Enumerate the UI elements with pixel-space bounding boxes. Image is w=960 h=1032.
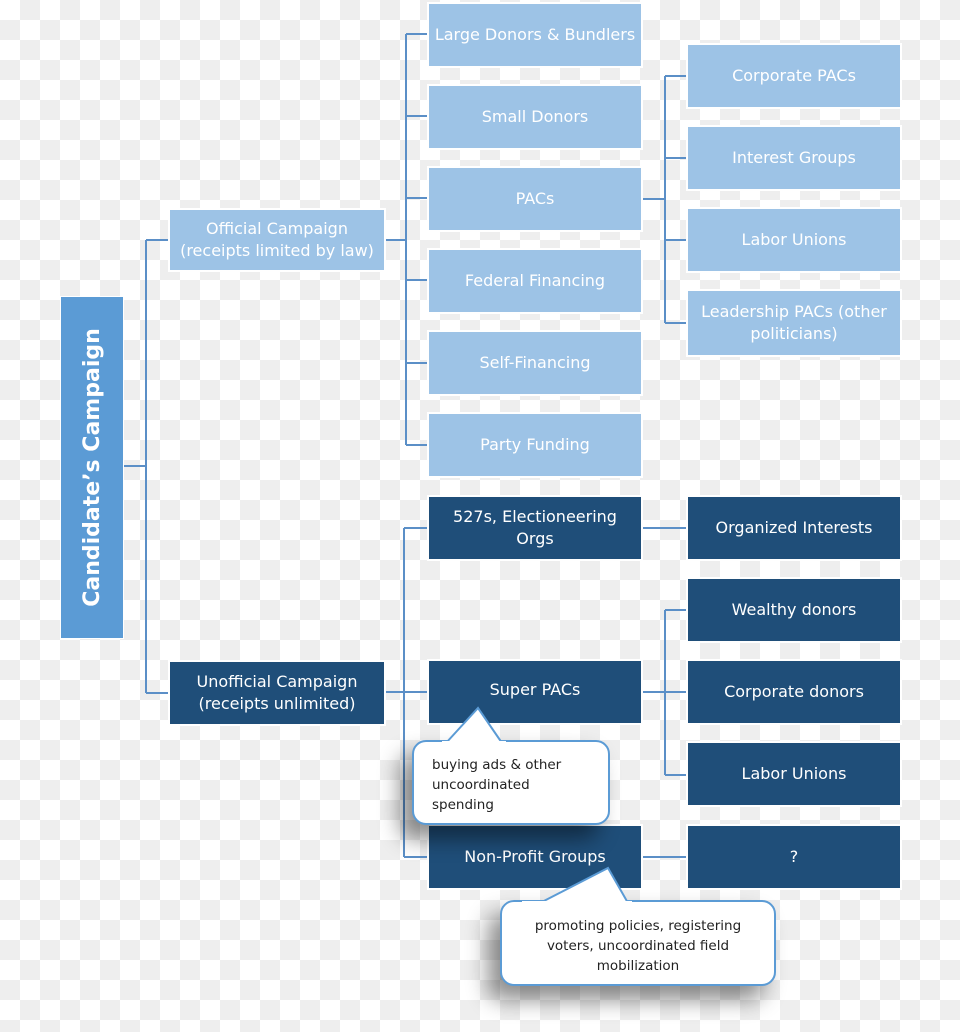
official-label-line1: Official Campaign <box>206 219 348 238</box>
nonprofit-callout: promoting policies, registering voters, … <box>500 866 776 986</box>
nonprofit-source-unknown: ? <box>686 824 902 890</box>
source-party-funding: Party Funding <box>427 412 643 478</box>
root-label: Candidate’s Campaign <box>79 328 105 607</box>
pac-source-labor-unions: Labor Unions <box>686 207 902 273</box>
callout-pointer <box>522 866 632 904</box>
campaign-finance-diagram: Candidate’s Campaign Official Campaign (… <box>0 0 960 1032</box>
unofficial-label-line2: (receipts unlimited) <box>198 694 356 713</box>
superpac-source-wealthy-donors: Wealthy donors <box>686 577 902 643</box>
org527-source-organized-interests: Organized Interests <box>686 495 902 561</box>
source-small-donors: Small Donors <box>427 84 643 150</box>
connector-root <box>124 239 170 694</box>
pac-source-interest-groups: Interest Groups <box>686 125 902 191</box>
pac-source-corporate-pacs: Corporate PACs <box>686 43 902 109</box>
superpac-callout-text: buying ads & other uncoordinated spendin… <box>432 757 562 813</box>
superpac-callout: buying ads & other uncoordinated spendin… <box>412 706 610 825</box>
callout-pointer <box>442 706 506 744</box>
candidates-campaign-node: Candidate’s Campaign <box>60 296 124 639</box>
official-label-line2: (receipts limited by law) <box>180 241 374 260</box>
source-527s: 527s, Electioneering Orgs <box>427 495 643 561</box>
connector-official <box>384 33 428 446</box>
pac-source-leadership-pacs: Leadership PACs (other politicians) <box>686 289 902 357</box>
source-large-donors: Large Donors & Bundlers <box>427 2 643 68</box>
official-campaign-node: Official Campaign (receipts limited by l… <box>168 208 386 272</box>
unofficial-campaign-node: Unofficial Campaign (receipts unlimited) <box>168 660 386 726</box>
source-self-financing: Self-Financing <box>427 330 643 396</box>
superpac-source-corporate-donors: Corporate donors <box>686 659 902 725</box>
superpac-source-labor-unions: Labor Unions <box>686 741 902 807</box>
nonprofit-callout-text: promoting policies, registering voters, … <box>534 918 742 974</box>
source-federal-financing: Federal Financing <box>427 248 643 314</box>
connector-pacs <box>642 75 688 324</box>
connector-superpacs <box>642 609 688 776</box>
unofficial-label-line1: Unofficial Campaign <box>196 672 358 691</box>
source-pacs: PACs <box>427 166 643 232</box>
